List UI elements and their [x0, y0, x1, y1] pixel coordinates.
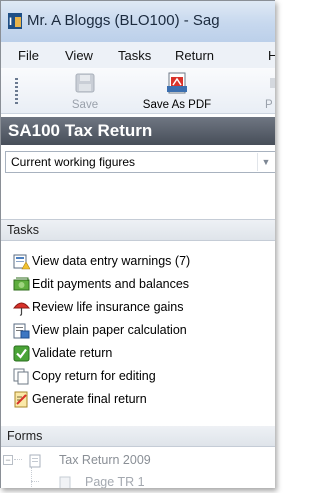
menu-return[interactable]: Return: [175, 48, 214, 63]
save-button[interactable]: Save: [65, 72, 105, 111]
forms-panel-header[interactable]: Forms: [1, 426, 275, 447]
tasks-panel-header[interactable]: Tasks: [1, 219, 275, 241]
toolbar-grip[interactable]: [15, 78, 18, 104]
task-label: Validate return: [32, 346, 113, 360]
svg-text:I: I: [9, 16, 12, 28]
tree-item-label: Tax Return 2009: [59, 453, 151, 467]
window-title: Mr. A Bloggs (BLO100) - Sag: [27, 12, 220, 29]
task-label: View data entry warnings (7): [32, 254, 191, 268]
toolbar: Save Save As PDF P: [1, 68, 275, 114]
save-label: Save: [71, 99, 99, 111]
floppy-disk-icon: [75, 73, 95, 93]
generate-icon: [14, 391, 28, 408]
printer-icon: [270, 78, 275, 88]
menu-tasks[interactable]: Tasks: [118, 48, 151, 63]
tree-connector: [31, 481, 39, 482]
money-icon: [13, 277, 30, 291]
forms-header-label: Forms: [7, 429, 43, 443]
warnings-icon: [13, 254, 30, 270]
task-label: Review life insurance gains: [32, 300, 184, 314]
tree-connector: [14, 459, 22, 460]
pdf-document-icon: [167, 72, 187, 94]
task-label: View plain paper calculation: [32, 323, 187, 337]
tree-expander-icon[interactable]: −: [3, 455, 13, 465]
tree-connector: [31, 467, 32, 487]
print-label: P: [265, 99, 273, 111]
section-title: SA100 Tax Return: [8, 121, 153, 140]
application-window: I Mr. A Bloggs (BLO100) - Sag File View …: [0, 0, 275, 488]
menu-help[interactable]: H: [268, 48, 275, 63]
copy-icon: [13, 368, 29, 385]
save-as-pdf-button[interactable]: Save As PDF: [139, 72, 215, 111]
tasks-header-label: Tasks: [7, 223, 39, 237]
form-document-icon: [29, 454, 41, 468]
task-label: Copy return for editing: [32, 369, 156, 383]
app-logo-icon: I: [8, 13, 22, 29]
umbrella-icon: [13, 302, 30, 316]
task-label: Generate final return: [32, 392, 147, 406]
menu-bar: File View Tasks Return H: [1, 42, 275, 69]
calculation-icon: [13, 323, 30, 339]
section-header: SA100 Tax Return: [1, 117, 275, 145]
tree-item-label: Page TR 1: [85, 475, 145, 488]
task-label: Edit payments and balances: [32, 277, 190, 291]
menu-file[interactable]: File: [18, 48, 39, 63]
figures-dropdown-value: Current working figures: [11, 155, 136, 169]
page-icon: [59, 476, 71, 488]
save-as-pdf-label: Save As PDF: [142, 99, 212, 111]
checkmark-icon: [13, 345, 30, 362]
print-button[interactable]: P: [265, 72, 275, 111]
chevron-down-icon[interactable]: ▼: [257, 153, 274, 171]
figures-dropdown[interactable]: Current working figures ▼: [5, 151, 275, 173]
menu-view[interactable]: View: [65, 48, 93, 63]
title-bar[interactable]: I Mr. A Bloggs (BLO100) - Sag: [1, 1, 275, 42]
